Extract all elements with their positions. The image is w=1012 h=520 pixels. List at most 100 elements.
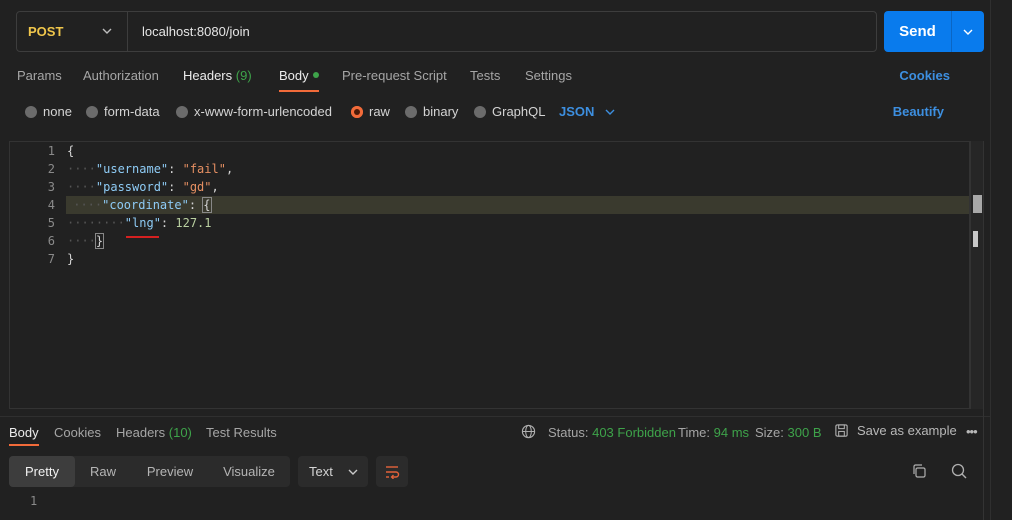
tab-authorization[interactable]: Authorization bbox=[83, 68, 159, 83]
json-key: "coordinate" bbox=[102, 198, 189, 212]
view-preview-button[interactable]: Preview bbox=[135, 456, 205, 487]
radio-urlencoded[interactable]: x-www-form-urlencoded bbox=[176, 104, 332, 119]
tab-headers[interactable]: Headers (9) bbox=[183, 68, 252, 83]
wrap-lines-button[interactable] bbox=[376, 456, 408, 487]
body-type-options: none form-data x-www-form-urlencoded raw… bbox=[0, 101, 990, 123]
line-number-gutter: 1 2 3 4 5 6 7 bbox=[10, 142, 55, 408]
line-number: 4 bbox=[47, 198, 55, 212]
radio-circle bbox=[474, 105, 486, 118]
chevron-down-icon bbox=[605, 109, 615, 115]
tab-settings[interactable]: Settings bbox=[525, 68, 572, 83]
cookies-link[interactable]: Cookies bbox=[899, 68, 950, 83]
json-key: "lng" bbox=[124, 216, 161, 230]
code-line: ····"password": "gd", bbox=[67, 178, 219, 196]
response-time[interactable]: Time: 94 ms bbox=[678, 425, 749, 440]
radio-urlencoded-label: x-www-form-urlencoded bbox=[194, 104, 332, 119]
json-string: "fail" bbox=[182, 162, 226, 176]
colon: : bbox=[160, 216, 176, 230]
response-status[interactable]: Status: 403 Forbidden bbox=[548, 425, 676, 440]
save-icon bbox=[835, 424, 848, 437]
more-options-button[interactable]: ••• bbox=[966, 424, 978, 439]
time-value: 94 ms bbox=[713, 425, 750, 440]
line-number: 5 bbox=[47, 216, 55, 230]
json-string: "gd" bbox=[182, 180, 212, 194]
code-line: ····} bbox=[67, 232, 105, 250]
response-tabs: Body Cookies Headers (10) Test Results S… bbox=[0, 423, 990, 445]
size-value: 300 B bbox=[787, 425, 822, 440]
url-input[interactable] bbox=[128, 12, 876, 51]
size-label: Size: bbox=[755, 425, 784, 440]
save-as-example-button[interactable]: Save as example bbox=[834, 423, 957, 438]
indent-guide: ···· bbox=[67, 162, 96, 176]
brace-close-matched: } bbox=[94, 233, 105, 249]
editor-right-border bbox=[983, 141, 984, 520]
send-options-button[interactable] bbox=[951, 11, 984, 52]
active-response-tab-indicator bbox=[9, 444, 39, 446]
tab-tests[interactable]: Tests bbox=[470, 68, 500, 83]
radio-circle bbox=[25, 105, 37, 118]
beautify-link[interactable]: Beautify bbox=[893, 104, 944, 119]
response-tab-headers[interactable]: Headers (10) bbox=[116, 425, 192, 440]
indent-guide: ········ bbox=[67, 216, 125, 230]
tab-headers-count: (9) bbox=[235, 68, 252, 83]
colon: : bbox=[188, 198, 204, 212]
editor-scrollbar[interactable] bbox=[970, 141, 983, 409]
code-line: } bbox=[67, 250, 74, 268]
line-number: 6 bbox=[47, 234, 55, 248]
tab-body[interactable]: Body bbox=[279, 68, 319, 83]
view-raw-button[interactable]: Raw bbox=[79, 456, 127, 487]
body-modified-dot bbox=[312, 72, 319, 78]
radio-raw[interactable]: raw bbox=[351, 104, 390, 119]
response-tab-headers-count: (10) bbox=[168, 425, 192, 440]
method-label: POST bbox=[28, 24, 64, 39]
radio-circle bbox=[86, 105, 98, 118]
json-key: "username" bbox=[95, 162, 169, 176]
copy-icon[interactable] bbox=[910, 462, 928, 480]
globe-icon[interactable] bbox=[521, 424, 536, 439]
view-visualize-button[interactable]: Visualize bbox=[213, 456, 285, 487]
request-tabs: Params Authorization Headers (9) Body Pr… bbox=[0, 64, 990, 92]
comma: , bbox=[211, 180, 219, 194]
radio-form-data[interactable]: form-data bbox=[86, 104, 160, 119]
request-url-bar: POST bbox=[16, 11, 877, 52]
response-format-label: Text bbox=[309, 464, 333, 479]
response-line-number: 1 bbox=[30, 494, 38, 508]
brace-open: { bbox=[67, 144, 75, 158]
radio-graphql[interactable]: GraphQL bbox=[474, 104, 545, 119]
right-sidebar-rail bbox=[990, 0, 1012, 520]
response-view-switcher: Pretty Raw Preview Visualize bbox=[9, 456, 290, 487]
radio-circle-selected bbox=[351, 105, 363, 118]
tab-params[interactable]: Params bbox=[17, 68, 62, 83]
line-number: 1 bbox=[47, 144, 55, 158]
pane-divider[interactable] bbox=[0, 416, 990, 417]
code-line: ····"username": "fail", bbox=[67, 160, 233, 178]
radio-none[interactable]: none bbox=[25, 104, 72, 119]
view-pretty-button[interactable]: Pretty bbox=[9, 456, 75, 487]
tab-headers-label: Headers bbox=[183, 68, 233, 83]
response-tab-test-results[interactable]: Test Results bbox=[206, 425, 277, 440]
send-button[interactable]: Send bbox=[884, 11, 951, 52]
code-line: ········"lng": 127.1 bbox=[67, 214, 212, 232]
scrollbar-marker bbox=[973, 195, 982, 213]
radio-binary-label: binary bbox=[423, 104, 459, 119]
radio-none-label: none bbox=[43, 104, 72, 119]
radio-circle bbox=[405, 105, 417, 118]
response-tab-cookies[interactable]: Cookies bbox=[54, 425, 101, 440]
format-selector[interactable]: JSON bbox=[559, 104, 616, 119]
line-number: 3 bbox=[47, 180, 55, 194]
indent-guide: ···· bbox=[67, 234, 96, 248]
active-tab-indicator bbox=[279, 90, 319, 92]
search-icon[interactable] bbox=[950, 462, 968, 480]
method-selector[interactable]: POST bbox=[17, 12, 128, 51]
tab-pre-request-script[interactable]: Pre-request Script bbox=[342, 68, 447, 83]
request-body-editor[interactable]: 1 2 3 4 5 6 7 { ····"username": "fail", … bbox=[9, 141, 970, 409]
response-size[interactable]: Size: 300 B bbox=[755, 425, 822, 440]
radio-binary[interactable]: binary bbox=[405, 104, 458, 119]
response-tab-body[interactable]: Body bbox=[9, 425, 39, 440]
comma: , bbox=[225, 162, 234, 176]
chevron-down-icon bbox=[102, 28, 112, 34]
brace-close: } bbox=[67, 252, 75, 266]
line-number: 2 bbox=[47, 162, 55, 176]
response-format-selector[interactable]: Text bbox=[298, 456, 368, 487]
send-button-group: Send bbox=[884, 11, 984, 52]
